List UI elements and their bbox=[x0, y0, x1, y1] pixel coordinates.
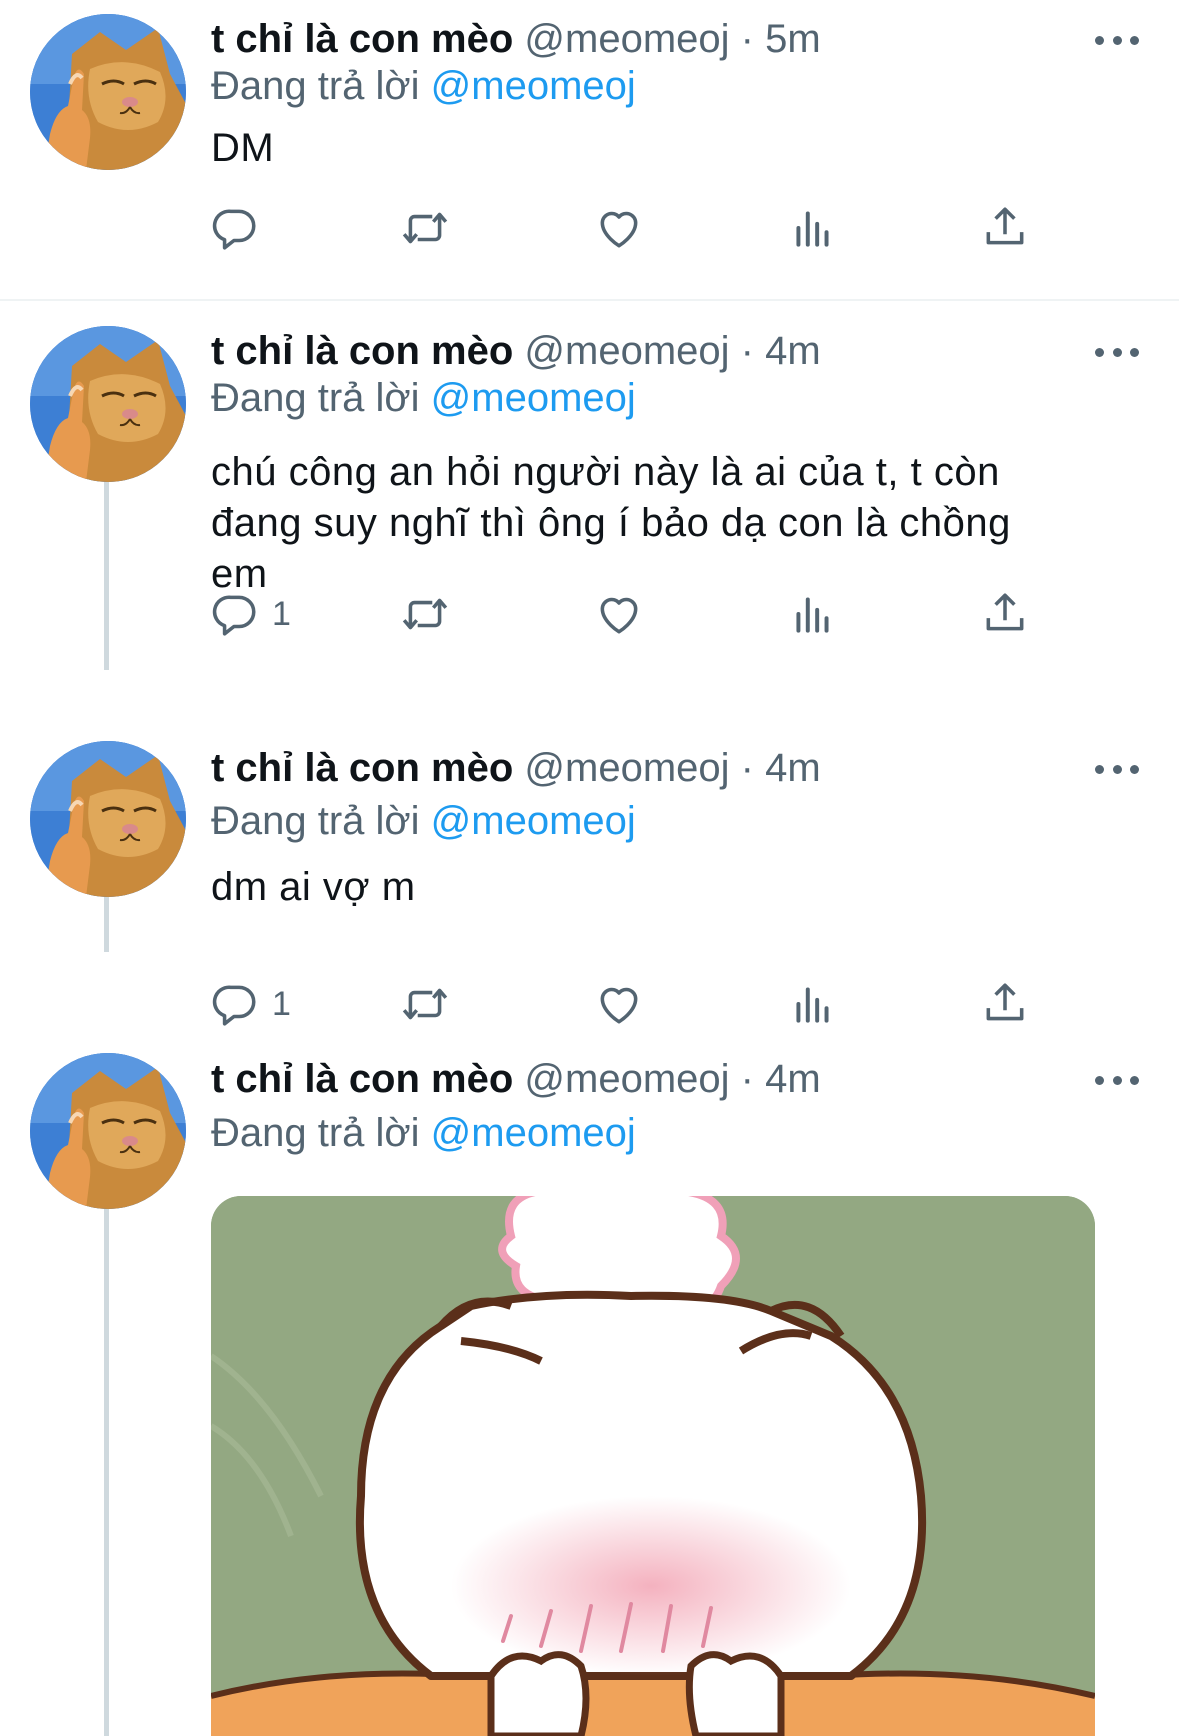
reply-icon bbox=[210, 589, 260, 639]
reply-button[interactable] bbox=[210, 202, 272, 254]
mention-link[interactable]: @meomeoj bbox=[431, 1111, 636, 1155]
reply-button[interactable]: 1 bbox=[210, 588, 291, 640]
tweet[interactable]: t chỉ là con mèo @meomeoj · 4m Đang trả … bbox=[0, 740, 1179, 1000]
like-button[interactable] bbox=[594, 978, 644, 1030]
divider bbox=[0, 299, 1179, 301]
handle[interactable]: @meomeoj bbox=[524, 746, 729, 790]
tweet-text: chú công an hỏi người này là ai của t, t… bbox=[211, 447, 1091, 600]
action-bar: 1 bbox=[210, 588, 1090, 640]
share-icon bbox=[980, 589, 1030, 639]
share-button[interactable] bbox=[980, 202, 1030, 254]
tweet[interactable]: t chỉ là con mèo @meomeoj · 4m Đang trả … bbox=[0, 312, 1179, 658]
display-name[interactable]: t chỉ là con mèo bbox=[211, 17, 513, 61]
timestamp[interactable]: 4m bbox=[765, 746, 821, 790]
like-button[interactable] bbox=[594, 202, 644, 254]
mention-link[interactable]: @meomeoj bbox=[431, 376, 636, 420]
mention-link[interactable]: @meomeoj bbox=[431, 799, 636, 843]
cat-cartoon-image[interactable] bbox=[211, 1196, 1095, 1736]
replying-to: Đang trả lời @meomeoj bbox=[211, 1108, 636, 1158]
views-icon bbox=[788, 979, 838, 1029]
like-button[interactable] bbox=[594, 588, 644, 640]
display-name[interactable]: t chỉ là con mèo bbox=[211, 329, 513, 373]
views-icon bbox=[788, 589, 838, 639]
timestamp[interactable]: 5m bbox=[765, 17, 821, 61]
share-button[interactable] bbox=[980, 978, 1030, 1030]
views-button[interactable] bbox=[788, 978, 838, 1030]
heart-icon bbox=[594, 979, 644, 1029]
replying-to: Đang trả lời @meomeoj bbox=[211, 373, 636, 423]
more-icon[interactable] bbox=[1095, 30, 1139, 50]
reply-prefix: Đang trả lời bbox=[211, 1111, 420, 1155]
action-bar bbox=[210, 202, 1090, 254]
timestamp[interactable]: 4m bbox=[765, 1057, 821, 1101]
avatar[interactable] bbox=[30, 1053, 186, 1209]
tweet-text: dm ai vợ m bbox=[211, 865, 416, 909]
replying-to: Đang trả lời @meomeoj bbox=[211, 61, 636, 111]
display-name[interactable]: t chỉ là con mèo bbox=[211, 746, 513, 790]
heart-icon bbox=[594, 203, 644, 253]
handle[interactable]: @meomeoj bbox=[524, 17, 729, 61]
reply-prefix: Đang trả lời bbox=[211, 64, 420, 108]
separator: · bbox=[740, 17, 754, 61]
views-button[interactable] bbox=[788, 202, 838, 254]
reply-count: 1 bbox=[272, 594, 291, 633]
separator: · bbox=[740, 746, 754, 790]
separator: · bbox=[740, 329, 754, 373]
reply-prefix: Đang trả lời bbox=[211, 799, 420, 843]
separator: · bbox=[740, 1057, 754, 1101]
tweet-header: t chỉ là con mèo @meomeoj · 4m bbox=[211, 1054, 821, 1104]
tweet-header: t chỉ là con mèo @meomeoj · 4m bbox=[211, 326, 821, 376]
reply-prefix: Đang trả lời bbox=[211, 376, 420, 420]
share-icon bbox=[980, 979, 1030, 1029]
tweet-header: t chỉ là con mèo @meomeoj · 5m bbox=[211, 14, 821, 64]
avatar[interactable] bbox=[30, 326, 186, 482]
tweet-text: DM bbox=[211, 126, 275, 170]
views-icon bbox=[788, 203, 838, 253]
mention-link[interactable]: @meomeoj bbox=[431, 64, 636, 108]
replying-to: Đang trả lời @meomeoj bbox=[211, 796, 636, 846]
retweet-button[interactable] bbox=[400, 978, 450, 1030]
share-button[interactable] bbox=[980, 588, 1030, 640]
heart-icon bbox=[594, 589, 644, 639]
tweet[interactable]: t chỉ là con mèo @meomeoj · 5m Đang trả … bbox=[0, 0, 1179, 272]
reply-count: 1 bbox=[272, 984, 291, 1023]
more-icon[interactable] bbox=[1095, 759, 1139, 779]
action-bar: 1 bbox=[210, 978, 1090, 1030]
retweet-icon bbox=[400, 589, 450, 639]
more-icon[interactable] bbox=[1095, 342, 1139, 362]
reply-icon bbox=[210, 979, 260, 1029]
avatar[interactable] bbox=[30, 14, 186, 170]
timestamp[interactable]: 4m bbox=[765, 329, 821, 373]
tweet-text-line: đang suy nghĩ thì ông í bảo dạ con là ch… bbox=[211, 501, 1011, 545]
share-icon bbox=[980, 203, 1030, 253]
handle[interactable]: @meomeoj bbox=[524, 1057, 729, 1101]
reply-icon bbox=[210, 203, 260, 253]
display-name[interactable]: t chỉ là con mèo bbox=[211, 1057, 513, 1101]
tweet-text-line: chú công an hỏi người này là ai của t, t… bbox=[211, 450, 1000, 494]
avatar[interactable] bbox=[30, 741, 186, 897]
retweet-button[interactable] bbox=[400, 588, 450, 640]
reply-button[interactable]: 1 bbox=[210, 978, 291, 1030]
handle[interactable]: @meomeoj bbox=[524, 329, 729, 373]
tweet-header: t chỉ là con mèo @meomeoj · 4m bbox=[211, 743, 821, 793]
more-icon[interactable] bbox=[1095, 1070, 1139, 1090]
retweet-icon bbox=[400, 203, 450, 253]
retweet-icon bbox=[400, 979, 450, 1029]
retweet-button[interactable] bbox=[400, 202, 450, 254]
views-button[interactable] bbox=[788, 588, 838, 640]
